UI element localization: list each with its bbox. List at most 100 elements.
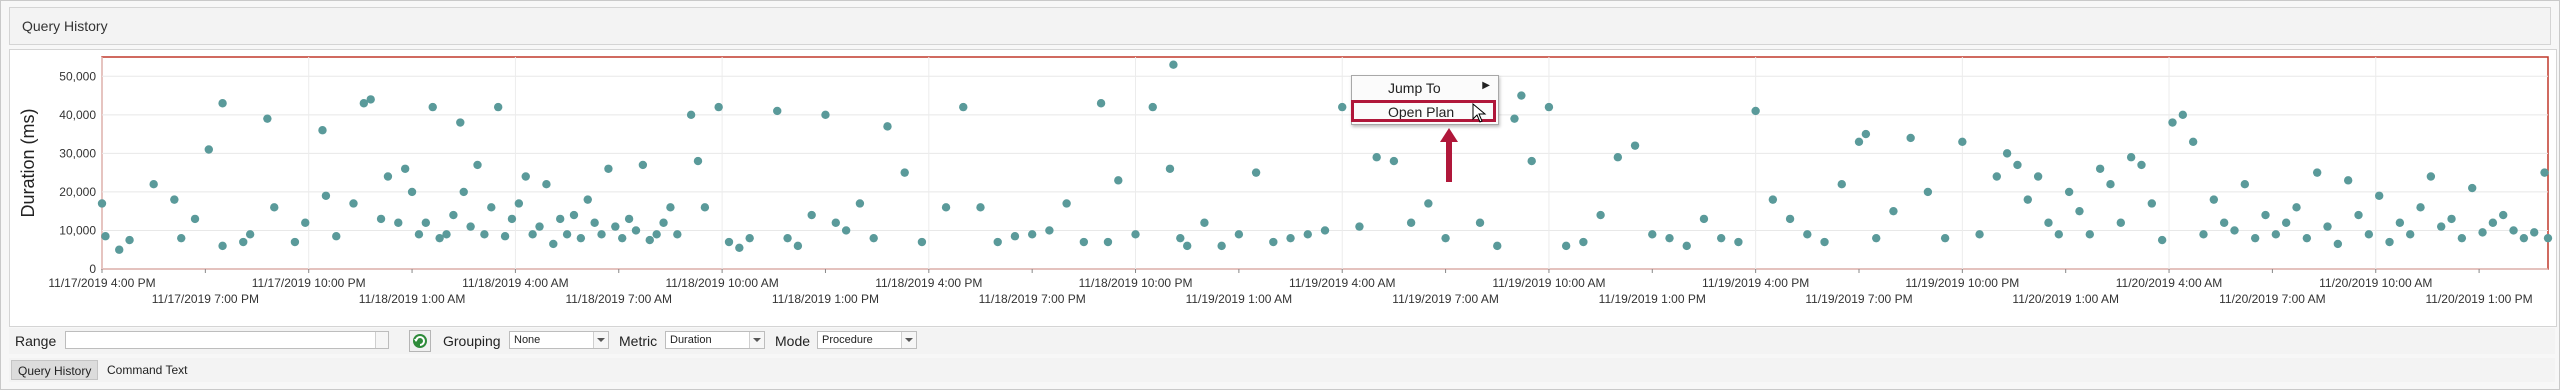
data-point <box>245 230 255 239</box>
range-input[interactable] <box>65 331 389 349</box>
data-point <box>2364 230 2374 239</box>
data-point <box>2199 230 2208 239</box>
x-tick-label-upper: 11/18/2019 10:00 AM <box>666 276 779 290</box>
data-point <box>218 241 227 251</box>
data-point <box>480 230 489 239</box>
y-tick-label: 40,000 <box>59 108 96 122</box>
data-point <box>507 214 517 224</box>
data-point <box>1234 230 1244 239</box>
data-point <box>659 218 668 227</box>
data-point <box>2085 230 2095 239</box>
x-tick-label-upper: 11/20/2019 10:00 AM <box>2319 276 2432 290</box>
data-point <box>1734 237 1743 247</box>
data-point <box>2054 230 2063 239</box>
range-label: Range <box>15 333 57 349</box>
data-point <box>2468 183 2477 193</box>
data-point <box>2168 118 2177 127</box>
data-point <box>1665 233 1674 243</box>
data-point <box>1992 172 2001 181</box>
tab-command-text[interactable]: Command Text <box>101 360 193 380</box>
data-point <box>576 233 586 243</box>
chevron-down-icon[interactable] <box>593 332 608 348</box>
mode-select[interactable]: Procedure <box>817 331 917 349</box>
data-point <box>1062 199 1071 208</box>
data-point <box>1648 230 1657 239</box>
data-point <box>239 237 248 247</box>
submenu-arrow-icon: ▶ <box>1482 80 1490 91</box>
data-point <box>604 164 613 173</box>
x-tick-label-upper: 11/18/2019 10:00 PM <box>1079 276 1193 290</box>
data-point <box>170 195 179 204</box>
data-point <box>1940 233 1950 243</box>
data-point <box>724 237 734 247</box>
data-point <box>2116 218 2126 227</box>
data-point <box>473 160 482 170</box>
data-point <box>290 237 300 247</box>
data-point <box>1131 230 1140 239</box>
data-point <box>2075 206 2084 216</box>
data-point <box>2416 203 2425 212</box>
data-point <box>2188 137 2198 146</box>
data-point <box>652 230 661 239</box>
data-point <box>2250 233 2260 243</box>
data-point <box>1114 176 1123 185</box>
data-point <box>590 218 599 227</box>
data-point <box>459 187 468 197</box>
data-point <box>1493 241 1502 251</box>
data-point <box>2374 191 2384 200</box>
data-point <box>1303 230 1312 239</box>
data-point <box>2261 210 2270 220</box>
chevron-down-icon[interactable] <box>901 332 916 348</box>
data-point <box>421 218 431 227</box>
menu-item-jump-to[interactable]: Jump To ▶ <box>1352 76 1498 100</box>
scatter-chart[interactable]: 0 10,000 20,000 30,000 40,000 50,000 11/17/201… <box>10 50 2556 326</box>
data-point <box>190 214 200 224</box>
data-point <box>2530 228 2539 237</box>
data-point <box>204 145 213 154</box>
data-point <box>2312 168 2322 177</box>
data-point <box>1372 153 1381 162</box>
chart-panel: 0 10,000 20,000 30,000 40,000 50,000 11/17/201… <box>9 49 2557 327</box>
data-point <box>1854 137 1864 146</box>
x-tick-label-lower: 11/19/2019 7:00 AM <box>1392 292 1499 306</box>
data-point <box>2519 233 2529 243</box>
data-point <box>631 226 641 235</box>
data-point <box>1320 226 1330 235</box>
data-point <box>500 232 510 241</box>
data-point <box>2013 160 2022 170</box>
range-spin-button[interactable] <box>375 332 388 348</box>
data-point <box>2209 195 2219 204</box>
data-point <box>1596 210 1605 220</box>
refresh-icon <box>413 334 427 348</box>
data-point <box>2095 164 2105 173</box>
data-point <box>97 199 107 208</box>
data-point <box>149 180 158 189</box>
metric-select[interactable]: Duration <box>665 331 765 349</box>
data-point <box>869 233 878 243</box>
data-point <box>1751 106 1760 116</box>
data-point <box>993 237 1002 247</box>
x-tick-label-upper: 11/18/2019 4:00 AM <box>462 276 569 290</box>
data-point <box>487 203 496 212</box>
x-tick-label-upper: 11/17/2019 4:00 PM <box>48 276 155 290</box>
chevron-down-icon[interactable] <box>749 332 764 348</box>
panel-title: Query History <box>22 18 108 34</box>
tab-query-history[interactable]: Query History <box>11 360 99 380</box>
data-point <box>428 102 437 112</box>
refresh-button[interactable] <box>409 330 431 352</box>
grouping-select[interactable]: None <box>509 331 609 349</box>
data-point <box>793 241 803 251</box>
data-point <box>2302 233 2312 243</box>
data-point <box>1045 226 1054 235</box>
data-point <box>2437 222 2446 231</box>
data-point <box>941 203 951 212</box>
data-point <box>841 226 851 235</box>
x-tick-label-upper: 11/17/2019 10:00 PM <box>252 276 366 290</box>
x-tick-label-lower: 11/18/2019 1:00 AM <box>359 292 466 306</box>
data-point <box>745 233 754 243</box>
x-tick-label-lower: 11/18/2019 1:00 PM <box>772 292 879 306</box>
data-point <box>855 199 865 208</box>
data-point <box>686 110 696 120</box>
data-point <box>2147 199 2157 208</box>
data-point <box>383 172 393 181</box>
